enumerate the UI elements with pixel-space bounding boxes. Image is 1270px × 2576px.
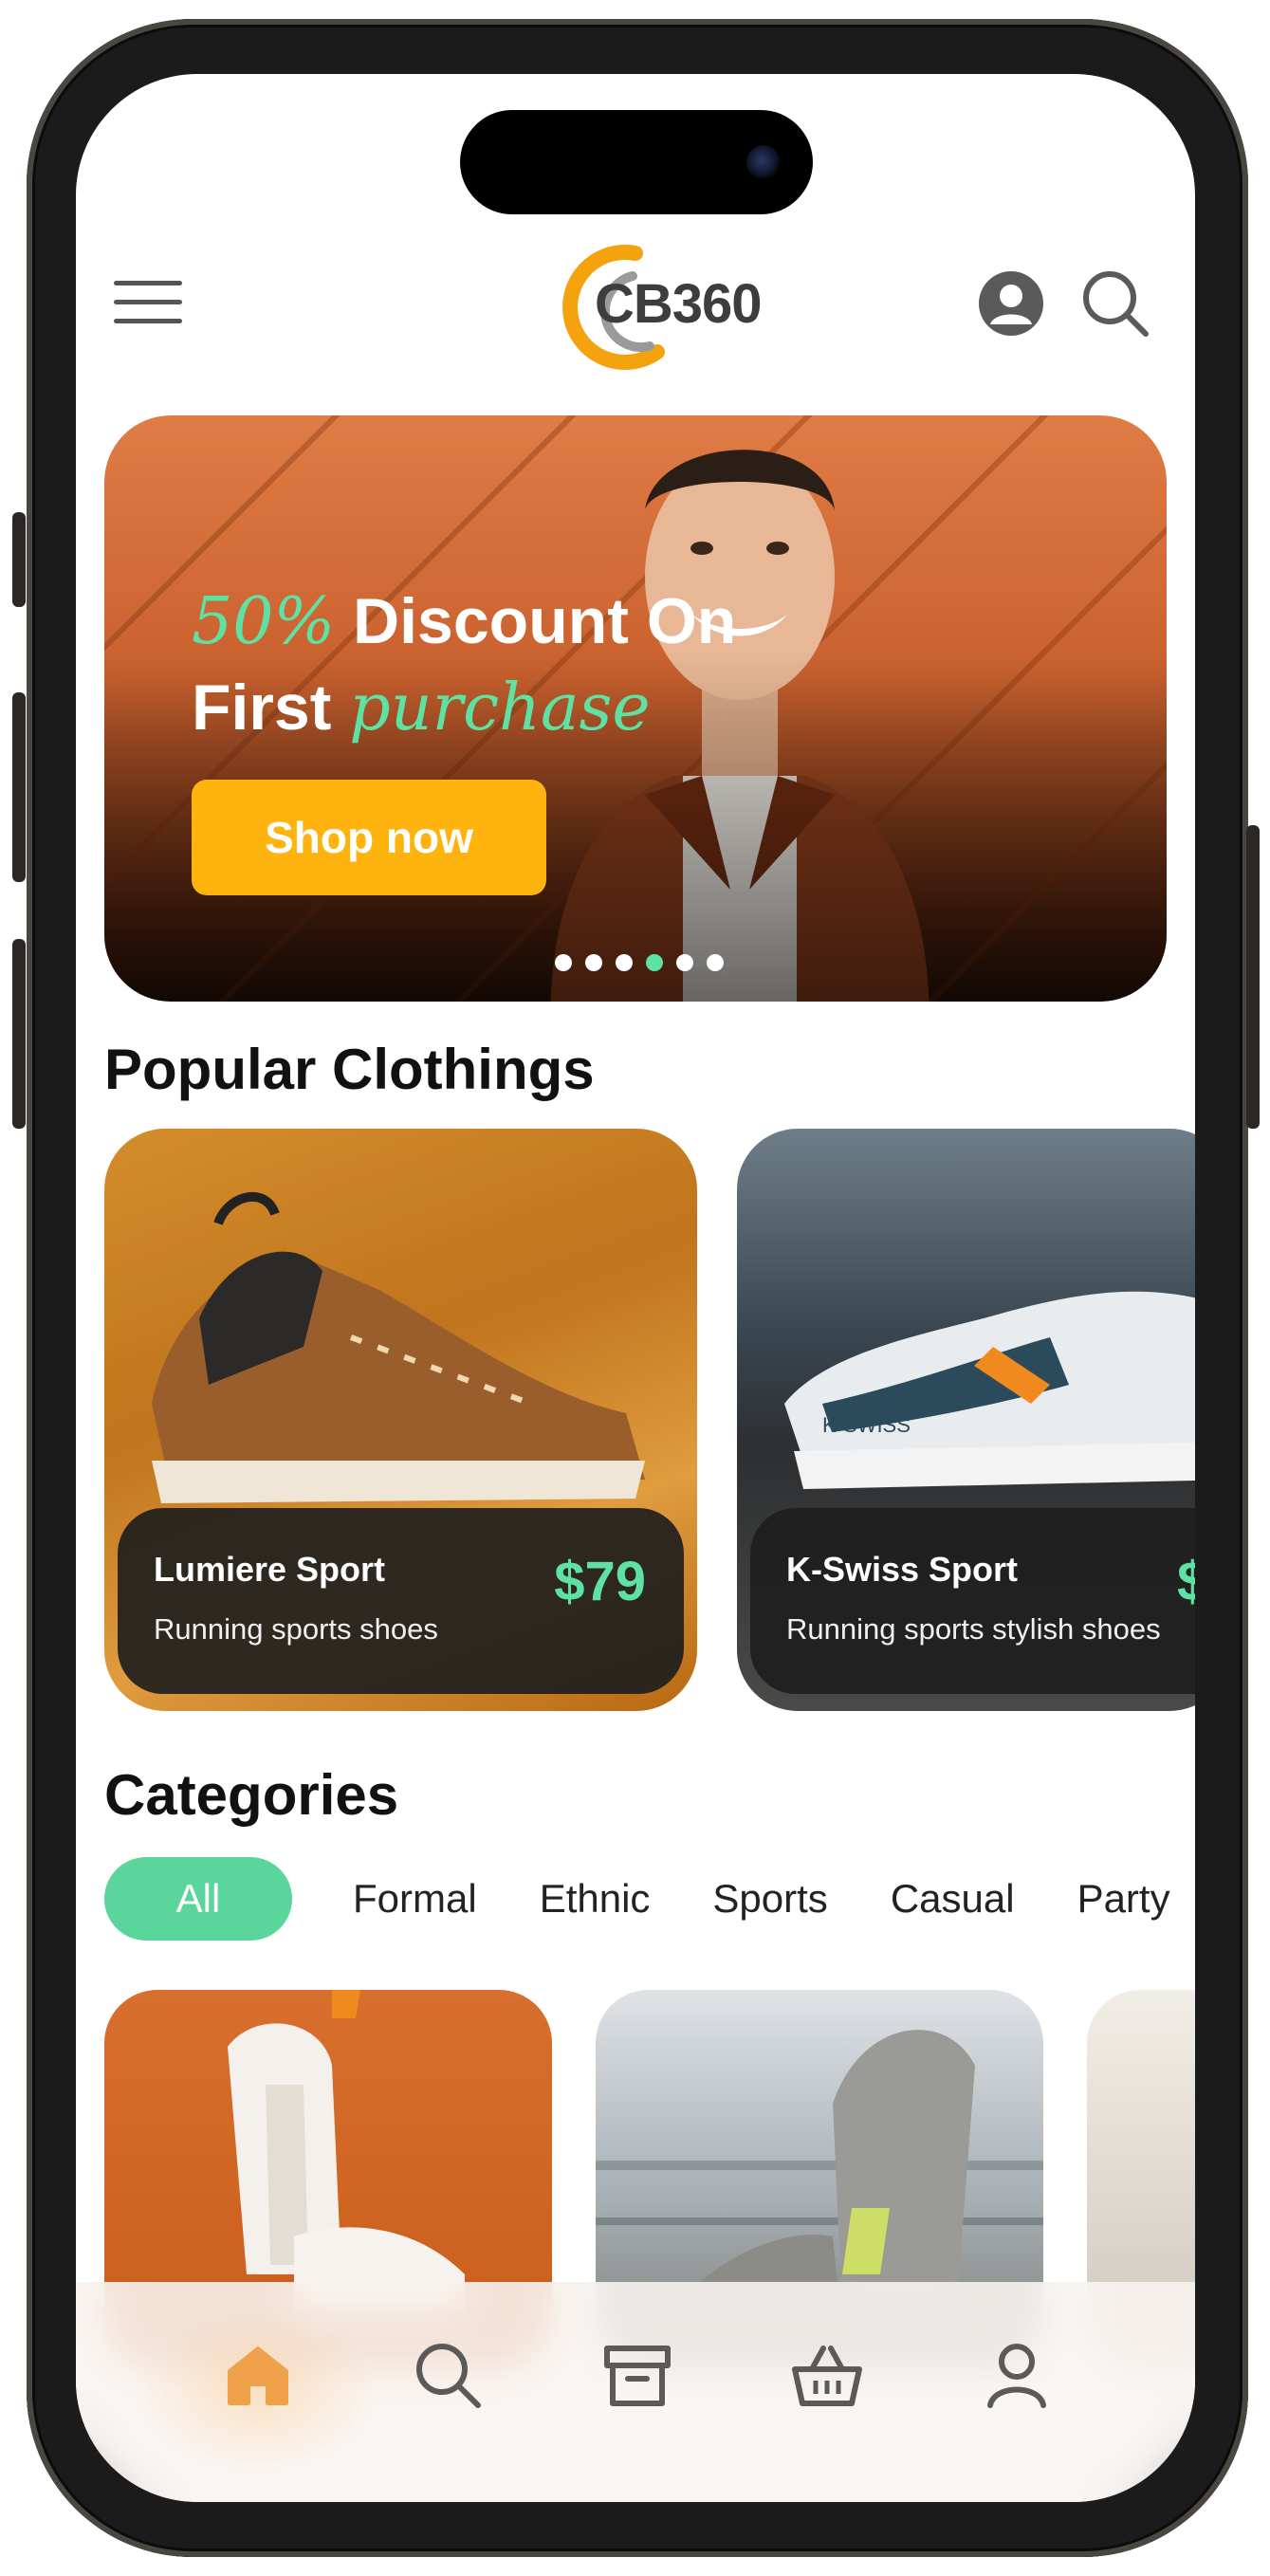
carousel-dot-active[interactable]	[646, 954, 663, 971]
category-chip-formal[interactable]: Formal	[353, 1857, 477, 1941]
product-image: K·SWISS	[784, 1291, 1195, 1489]
product-description: Running sports stylish shoes	[786, 1612, 1161, 1646]
banner-headline: 50% Discount On First purchase	[192, 584, 737, 745]
carousel-dot[interactable]	[616, 954, 633, 971]
logo-text: CB360	[595, 273, 763, 335]
carousel-dot[interactable]	[707, 954, 724, 971]
category-chip-all[interactable]: All	[104, 1857, 292, 1941]
carousel-dot[interactable]	[585, 954, 602, 971]
product-price: $	[1177, 1551, 1195, 1612]
home-icon[interactable]	[220, 2337, 296, 2413]
shop-now-button[interactable]: Shop now	[192, 780, 546, 895]
product-info-panel: Lumiere Sport Running sports shoes $79	[118, 1508, 684, 1694]
product-description: Running sports shoes	[154, 1612, 438, 1646]
product-card[interactable]: Lumiere Sport Running sports shoes $79	[104, 1129, 697, 1711]
brand-logo[interactable]: CB360	[545, 240, 768, 373]
bottom-navigation	[76, 2282, 1195, 2502]
product-card[interactable]: K·SWISS K-Swiss Sport Running sports sty…	[737, 1129, 1195, 1711]
product-image	[152, 1192, 645, 1503]
product-name: Lumiere Sport	[154, 1550, 386, 1589]
product-name: K-Swiss Sport	[786, 1550, 1019, 1589]
profile-icon[interactable]	[979, 2337, 1055, 2413]
search-icon[interactable]	[1077, 266, 1153, 341]
categories-section-title: Categories	[104, 1763, 399, 1827]
basket-icon[interactable]	[789, 2337, 865, 2413]
camera-icon	[746, 145, 781, 179]
user-avatar-icon[interactable]	[977, 269, 1045, 338]
category-chips: All Formal Ethnic Sports Casual Party	[104, 1857, 1195, 1941]
carousel-dot[interactable]	[676, 954, 693, 971]
category-chip-sports[interactable]: Sports	[712, 1857, 827, 1941]
category-chip-casual[interactable]: Casual	[891, 1857, 1015, 1941]
svg-text:K·SWISS: K·SWISS	[822, 1413, 911, 1437]
banner-purchase: purchase	[349, 671, 651, 745]
search-icon[interactable]	[410, 2337, 486, 2413]
category-chip-party[interactable]: Party	[1077, 1857, 1170, 1941]
volume-down-button	[12, 939, 26, 1129]
promo-banner[interactable]: 50% Discount On First purchase Shop now	[104, 415, 1167, 1002]
dynamic-island	[460, 110, 813, 214]
archive-icon[interactable]	[599, 2337, 675, 2413]
category-chip-ethnic[interactable]: Ethnic	[540, 1857, 651, 1941]
hamburger-menu-icon[interactable]	[114, 281, 182, 328]
carousel-dots[interactable]	[555, 954, 724, 971]
product-info-panel: K-Swiss Sport Running sports stylish sho…	[750, 1508, 1195, 1694]
power-button	[1246, 825, 1260, 1129]
silent-switch	[12, 512, 26, 607]
popular-section-title: Popular Clothings	[104, 1038, 595, 1101]
carousel-dot[interactable]	[555, 954, 572, 971]
product-price: $79	[554, 1551, 646, 1612]
banner-discount: 50%	[192, 584, 336, 659]
volume-up-button	[12, 692, 26, 882]
app-screen: CB360 50% Discount On First purchase Sho…	[76, 74, 1195, 2502]
